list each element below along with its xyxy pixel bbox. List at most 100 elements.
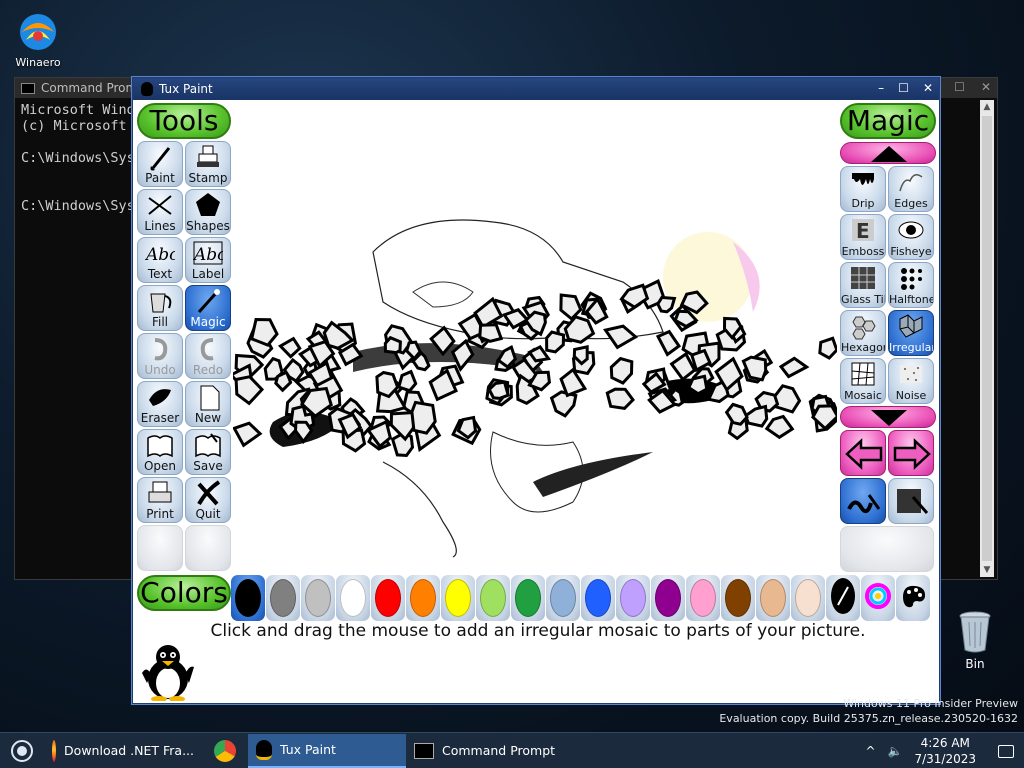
close-button[interactable]: ✕ [981, 80, 991, 94]
magic-button-drip[interactable]: Drip [840, 166, 886, 212]
color-swatch[interactable] [791, 575, 825, 621]
tool-button-print[interactable]: Print [137, 477, 183, 523]
scroll-down-arrow[interactable]: ▼ [980, 563, 994, 577]
cmd-scrollbar[interactable]: ▲ ▼ [980, 100, 994, 577]
color-swatch[interactable] [511, 575, 545, 621]
taskbar-item-firefox[interactable]: Download .NET Fra... [44, 734, 202, 768]
color-picker-button[interactable] [826, 575, 860, 621]
mosaic-tile [545, 330, 566, 354]
color-wheel-button[interactable] [861, 575, 895, 621]
tool-button-fill[interactable]: Fill [137, 285, 183, 331]
mosaic-tile [772, 384, 802, 414]
mosaic-tile [233, 421, 263, 448]
drawing-canvas[interactable] [233, 102, 837, 572]
paint-bucket-icon [138, 286, 182, 316]
color-swatch[interactable] [406, 575, 440, 621]
taskbar-item-tuxpaint[interactable]: Tux Paint [248, 733, 406, 768]
tool-button-undo[interactable]: Undo [137, 333, 183, 379]
taskbar-item-chrome[interactable] [202, 734, 248, 768]
color-swatch[interactable] [336, 575, 370, 621]
tool-button-text[interactable]: Abc Text [137, 237, 183, 283]
cmd-output: Microsoft Wind (c) Microsoft C:\Windows\… [21, 102, 135, 214]
scroll-thumb[interactable] [982, 116, 992, 561]
tool-button-magic[interactable]: Magic [185, 285, 231, 331]
tux-icon [141, 82, 153, 96]
tool-button-paint[interactable]: Paint [137, 141, 183, 187]
start-button[interactable] [0, 734, 44, 768]
magic-mode-paint-button[interactable] [840, 478, 886, 524]
color-swatch[interactable] [651, 575, 685, 621]
show-hidden-icons-chevron-icon[interactable]: ^ [865, 744, 875, 758]
color-swatch[interactable] [756, 575, 790, 621]
next-magic-button[interactable] [888, 430, 934, 476]
taskbar-item-label: Tux Paint [280, 742, 336, 757]
tool-button-save[interactable]: Save [185, 429, 231, 475]
tool-label: Text [147, 268, 173, 281]
minimize-button[interactable]: – [878, 81, 884, 95]
color-swatch[interactable] [441, 575, 475, 621]
tool-button-stamp[interactable]: Stamp [185, 141, 231, 187]
taskbar-item-cmd[interactable]: Command Prompt [406, 734, 564, 768]
color-swatch[interactable] [686, 575, 720, 621]
eraser-icon [138, 382, 182, 412]
magic-button-fisheye[interactable]: Fisheye [888, 214, 934, 260]
tool-label: Stamp [188, 172, 228, 185]
close-button[interactable]: ✕ [923, 81, 933, 95]
tool-button-open[interactable]: Open [137, 429, 183, 475]
color-swatch[interactable] [616, 575, 650, 621]
system-tray: ^ 🔈 4:26 AM 7/31/2023 [865, 733, 1024, 768]
undo-icon [138, 334, 182, 364]
tool-button-lines[interactable]: Lines [137, 189, 183, 235]
tool-label: Fill [151, 316, 169, 329]
magic-scroll-up-button[interactable] [840, 142, 936, 164]
maximize-button[interactable]: ☐ [954, 80, 965, 94]
glass-tile-icon [841, 263, 885, 293]
color-swatch[interactable] [266, 575, 300, 621]
tip-text: Click and drag the mouse to add an irreg… [210, 621, 866, 641]
tool-button-shapes[interactable]: Shapes [185, 189, 231, 235]
color-swatch[interactable] [721, 575, 755, 621]
magic-button-emboss[interactable]: E Emboss [840, 214, 886, 260]
maximize-button[interactable]: ☐ [898, 81, 909, 95]
mosaic-tile [603, 324, 639, 350]
volume-muted-icon[interactable]: 🔈 [888, 744, 903, 758]
magic-button-noise[interactable]: Noise [888, 358, 934, 404]
magic-button-irregular-mosaic[interactable]: Irregular Mosaic [888, 310, 934, 356]
abc-text-icon: Abc [138, 238, 182, 268]
tool-button-eraser[interactable]: Eraser [137, 381, 183, 427]
notification-icon[interactable] [998, 744, 1014, 758]
magic-button-glass-tile[interactable]: Glass Tile [840, 262, 886, 308]
tool-label: New [194, 412, 222, 425]
desktop-icon-recycle-bin[interactable]: Bin [950, 608, 1000, 671]
color-swatch[interactable] [231, 575, 265, 621]
emboss-icon: E [841, 215, 885, 245]
magic-button-hexagon-mosaic[interactable]: Hexagon Mosaic [840, 310, 886, 356]
magic-button-edges[interactable]: Edges [888, 166, 934, 212]
scroll-up-arrow[interactable]: ▲ [980, 100, 994, 114]
color-swatch[interactable] [371, 575, 405, 621]
tool-label: Print [146, 508, 174, 521]
color-swatch[interactable] [581, 575, 615, 621]
clock[interactable]: 4:26 AM 7/31/2023 [914, 735, 976, 767]
prev-magic-button[interactable] [840, 430, 886, 476]
tuxpaint-window[interactable]: Tux Paint – ☐ ✕ Tools Paint Stamp Lines Sha… [132, 77, 940, 704]
magic-mode-fullscreen-button[interactable] [888, 478, 934, 524]
tool-button-new[interactable]: New [185, 381, 231, 427]
color-mixer-button[interactable] [896, 575, 930, 621]
tuxpaint-titlebar[interactable]: Tux Paint – ☐ ✕ [133, 78, 939, 100]
color-swatch[interactable] [476, 575, 510, 621]
printer-icon [138, 478, 182, 508]
tool-button-quit[interactable]: Quit [185, 477, 231, 523]
magic-button-halftone[interactable]: Halftone [888, 262, 934, 308]
mosaic-tile [656, 295, 677, 314]
desktop-icon-winaero[interactable]: Winaero [8, 10, 68, 69]
tool-label: Magic [190, 316, 226, 329]
magic-button-mosaic[interactable]: Mosaic [840, 358, 886, 404]
mosaic-tile [277, 336, 302, 359]
color-swatch[interactable] [301, 575, 335, 621]
tool-button-redo[interactable]: Redo [185, 333, 231, 379]
tux-mascot-icon [137, 643, 199, 705]
tool-button-label[interactable]: Abc Label [185, 237, 231, 283]
magic-scroll-down-button[interactable] [840, 406, 936, 428]
color-swatch[interactable] [546, 575, 580, 621]
